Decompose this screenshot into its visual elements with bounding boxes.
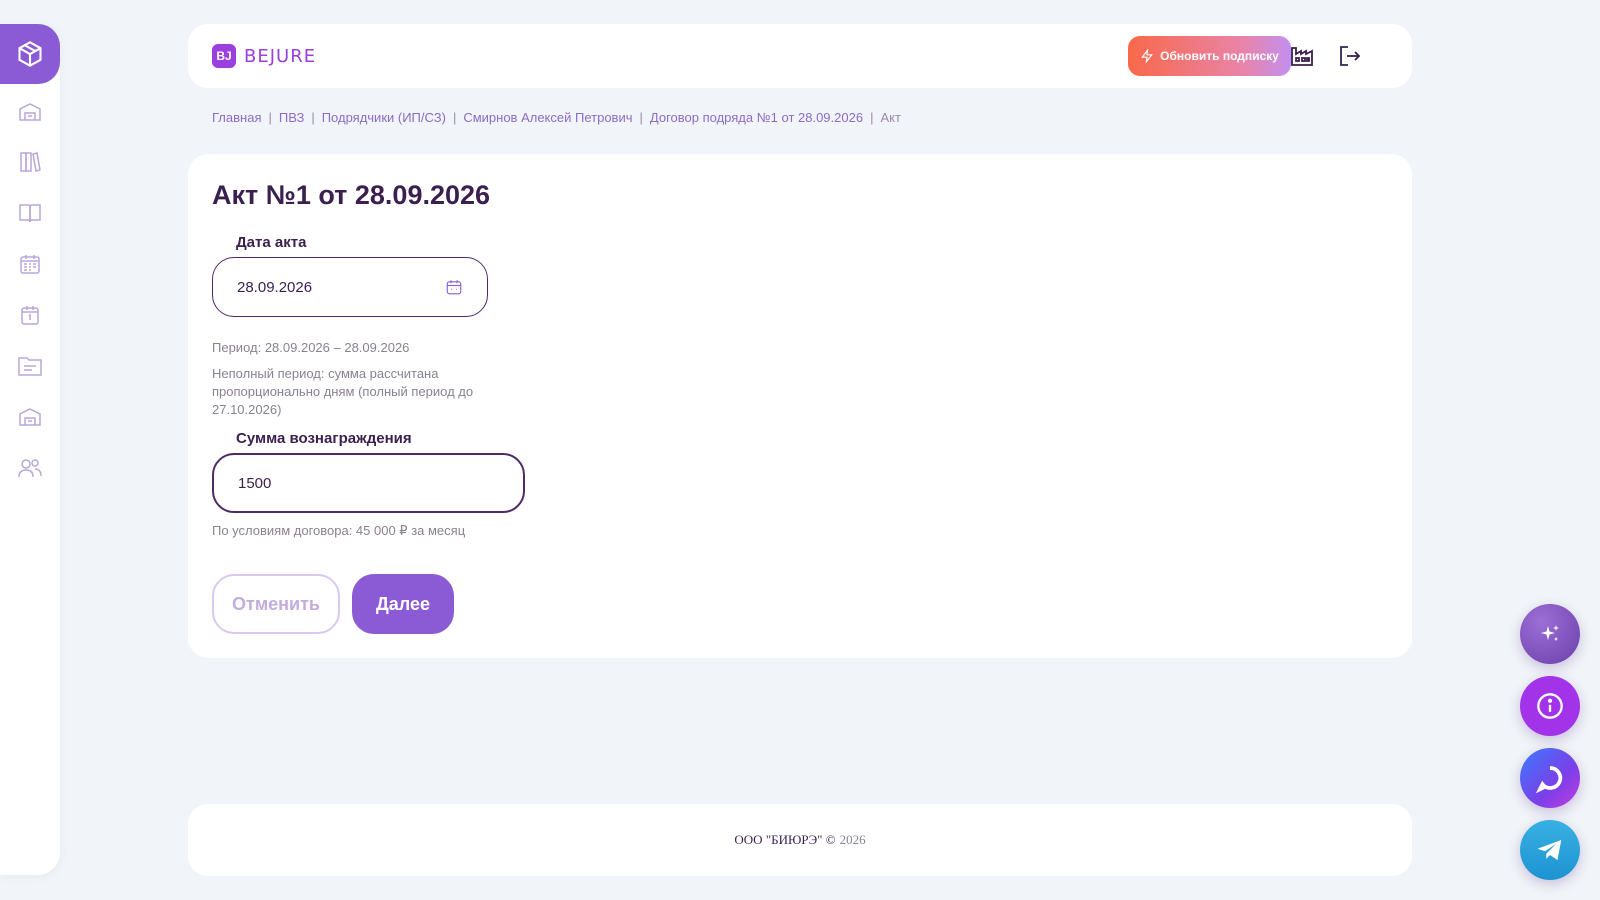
- footer-year: 2026: [839, 832, 866, 847]
- sparkle-icon: [1541, 625, 1559, 641]
- upgrade-subscription-label: Обновить подписку: [1160, 49, 1279, 63]
- breadcrumb-contractor-name[interactable]: Смирнов Алексей Петрович: [463, 110, 632, 125]
- warehouse-icon: [19, 408, 41, 426]
- info-button[interactable]: [1520, 676, 1580, 736]
- partial-period-note: Неполный период: сумма рассчитана пропор…: [212, 366, 474, 417]
- act-date-value: 28.09.2026: [237, 278, 313, 296]
- reward-amount-value: 1500: [238, 474, 272, 492]
- ai-assistant-button[interactable]: [1520, 604, 1580, 664]
- box-icon: [18, 41, 42, 67]
- sidebar-item-employees[interactable]: [0, 448, 60, 488]
- breadcrumb-current: Акт: [880, 110, 901, 125]
- users-icon: [18, 459, 42, 478]
- calendar-grid-icon: [20, 255, 40, 274]
- footer: ООО "БИЮРЭ" © 2026: [188, 804, 1412, 876]
- warehouse-icon: [19, 103, 41, 121]
- breadcrumb-pvz[interactable]: ПВЗ: [279, 110, 304, 125]
- calendar-icon: [446, 280, 462, 295]
- sidebar-item-warehouse[interactable]: [0, 92, 60, 132]
- period-text: Период: 28.09.2026 – 28.09.2026: [212, 340, 410, 355]
- factory-icon: [1291, 47, 1313, 66]
- act-form-card: Акт №1 от 28.09.2026 Дата акта 28.09.202…: [188, 154, 1412, 658]
- sidebar-item-calendar[interactable]: [0, 295, 60, 335]
- sidebar: [0, 24, 60, 875]
- factory-button[interactable]: [1288, 42, 1316, 70]
- calendar-day-icon: [21, 306, 39, 325]
- brand-name: BEJURE: [244, 45, 317, 67]
- brand-logo[interactable]: BJ BEJURE: [212, 44, 316, 68]
- date-label: Дата акта: [236, 234, 307, 251]
- amount-label: Сумма вознаграждения: [236, 430, 412, 447]
- chat-button[interactable]: [1520, 748, 1580, 808]
- sidebar-item-products[interactable]: [0, 24, 60, 84]
- footer-company: ООО "БИЮРЭ" ©: [734, 832, 836, 847]
- top-header: BJ BEJURE Обновить подписку: [188, 24, 1412, 88]
- breadcrumb-home[interactable]: Главная: [212, 110, 261, 125]
- breadcrumb-contract[interactable]: Договор подряда №1 от 28.09.2026: [650, 110, 863, 125]
- breadcrumb-separator: |: [311, 110, 315, 125]
- info-icon: [1537, 693, 1563, 719]
- cancel-button[interactable]: Отменить: [212, 574, 340, 634]
- breadcrumb-separator: |: [870, 110, 874, 125]
- brand-mark: BJ: [212, 44, 236, 68]
- sidebar-item-documents[interactable]: [0, 346, 60, 386]
- sidebar-item-pickup-points[interactable]: [0, 397, 60, 437]
- sidebar-item-library[interactable]: [0, 142, 60, 182]
- upgrade-subscription-button[interactable]: Обновить подписку: [1128, 36, 1291, 76]
- logout-button[interactable]: [1336, 42, 1364, 70]
- open-book-icon: [19, 204, 41, 223]
- lightning-icon: [1141, 49, 1153, 63]
- contract-terms-text: По условиям договора: 45 000 ₽ за месяц: [212, 523, 466, 538]
- date-picker-button[interactable]: [445, 278, 463, 300]
- breadcrumb-separator: |: [639, 110, 643, 125]
- next-button[interactable]: Далее: [352, 574, 454, 634]
- breadcrumb-separator: |: [452, 110, 457, 125]
- breadcrumb-separator: |: [268, 110, 272, 125]
- breadcrumb: Главная | ПВЗ | Подрядчики (ИП/СЗ) | Сми…: [212, 110, 901, 125]
- logout-icon: [1340, 46, 1361, 66]
- chat-icon: [1536, 766, 1563, 793]
- telegram-icon: [1537, 840, 1562, 860]
- reward-amount-input[interactable]: 1500: [212, 453, 525, 513]
- telegram-button[interactable]: [1520, 820, 1580, 880]
- sidebar-item-guide[interactable]: [0, 193, 60, 233]
- sidebar-item-schedule[interactable]: [0, 244, 60, 284]
- act-date-field[interactable]: 28.09.2026: [212, 257, 488, 317]
- book-shelf-icon: [20, 152, 41, 172]
- breadcrumb-contractors[interactable]: Подрядчики (ИП/СЗ): [322, 110, 446, 125]
- page-title: Акт №1 от 28.09.2026: [212, 180, 491, 210]
- folder-icon: [18, 357, 42, 376]
